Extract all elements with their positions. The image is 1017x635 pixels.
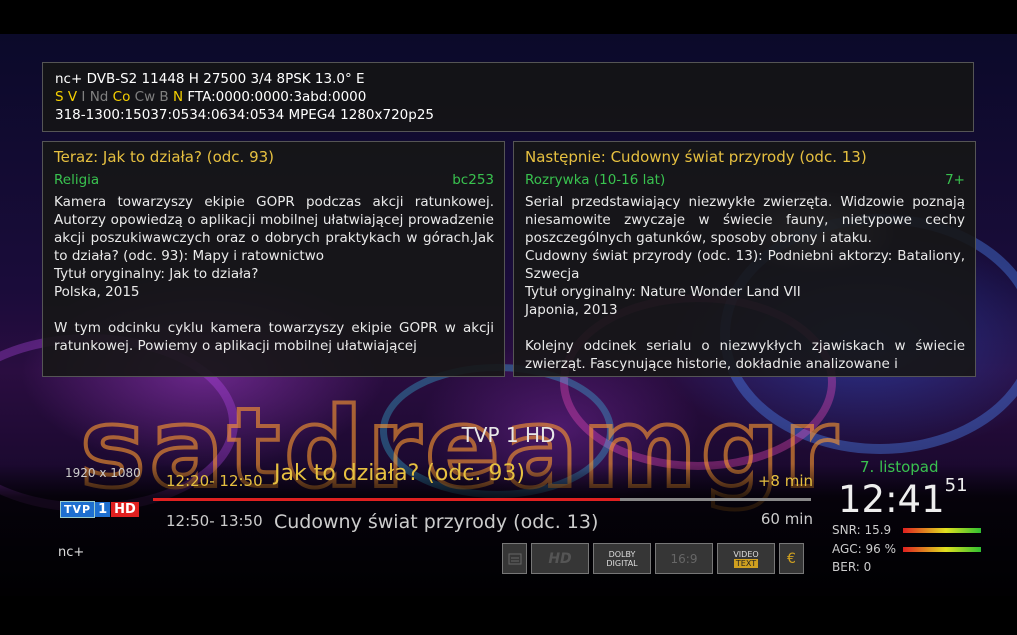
current-event-time: 12:20- 12:50 xyxy=(166,472,263,490)
next-event-duration: 60 min xyxy=(760,510,813,528)
caid-flag: Cw xyxy=(134,89,160,105)
now-description: Kamera towarzyszy ekipie GOPR podczas ak… xyxy=(54,194,494,354)
ber-row: BER: 0 xyxy=(832,560,903,574)
now-rating: bc253 xyxy=(452,172,494,188)
fta-info: FTA:0000:0000:3abd:0000 xyxy=(187,89,367,105)
ber-value: 0 xyxy=(863,560,872,574)
caid-flags: S V I Nd Co Cw B N xyxy=(55,89,187,105)
agc-value: 96 % xyxy=(865,542,897,556)
provider-name: nc+ xyxy=(58,545,85,560)
caid-flag: S xyxy=(55,89,68,105)
clock-time: 12:41 xyxy=(838,478,945,521)
caid-flag: Nd xyxy=(89,89,113,105)
event-progress-bar xyxy=(153,498,811,501)
next-genre: Rozrywka (10-16 lat) xyxy=(525,172,666,188)
agc-bar xyxy=(903,546,981,552)
now-title: Teraz: Jak to działa? (odc. 93) xyxy=(54,148,275,166)
pid-line: 318-1300:15037:0534:0634:0534 MPEG4 1280… xyxy=(55,107,435,123)
aspect-16-9-icon: 16:9 xyxy=(655,543,713,574)
caid-flag: V xyxy=(67,89,82,105)
transponder-line: nc+ DVB-S2 11448 H 27500 3/4 8PSK 13.0° … xyxy=(55,71,365,87)
dolby-digital-icon: DOLBY DIGITAL xyxy=(593,543,651,574)
next-event-title: Cudowny świat przyrody (odc. 13) xyxy=(274,511,599,533)
next-event-time: 12:50- 13:50 xyxy=(166,512,263,530)
snr-bar xyxy=(903,527,981,533)
videotext-icon: VIDEO TEXT xyxy=(717,543,775,574)
channel-name: TVP 1 HD xyxy=(461,423,556,447)
now-epg-panel: Teraz: Jak to działa? (odc. 93) Religia … xyxy=(42,141,505,377)
channel-logo: TVP 1 HD xyxy=(60,500,139,518)
current-event-title: Jak to działa? (odc. 93) xyxy=(274,461,525,486)
agc-row: AGC: 96 % xyxy=(832,542,981,556)
snr-row: SNR: 15.9 xyxy=(832,523,981,537)
next-description: Serial przedstawiający niezwykłe zwierzę… xyxy=(525,194,965,372)
caid-flag: I xyxy=(81,89,90,105)
hd-badge-icon: HD xyxy=(531,543,589,574)
next-epg-panel: Następnie: Cudowny świat przyrody (odc. … xyxy=(513,141,976,377)
logo-tvp: TVP xyxy=(60,500,96,518)
subtitle-icon xyxy=(502,543,527,574)
next-rating: 7+ xyxy=(945,172,965,188)
clock: 12:4151 xyxy=(838,474,968,521)
ber-label: BER: 0 xyxy=(832,560,872,574)
caid-flag: Co xyxy=(112,89,135,105)
snr-value: 15.9 xyxy=(864,523,892,537)
signal-info-box: nc+ DVB-S2 11448 H 27500 3/4 8PSK 13.0° … xyxy=(42,62,974,132)
agc-label: AGC: 96 % xyxy=(832,542,897,556)
flags-line: S V I Nd Co Cw B N FTA:0000:0000:3abd:00… xyxy=(55,88,961,106)
now-meta-row: Religia bc253 xyxy=(54,171,494,189)
event-progress-fill xyxy=(153,498,621,501)
now-genre: Religia xyxy=(54,172,100,188)
crypt-icon: € xyxy=(779,543,804,574)
clock-seconds: 51 xyxy=(944,474,968,496)
date-label: 7. listopad xyxy=(860,458,939,476)
snr-label: SNR: 15.9 xyxy=(832,523,892,537)
logo-number: 1 xyxy=(95,501,111,517)
caid-flag: B xyxy=(159,89,173,105)
next-meta-row: Rozrywka (10-16 lat) 7+ xyxy=(525,171,965,189)
next-title: Następnie: Cudowny świat przyrody (odc. … xyxy=(525,148,867,166)
current-event-remaining: +8 min xyxy=(757,472,813,490)
video-resolution: 1920 x 1080 xyxy=(65,466,141,480)
logo-hd: HD xyxy=(111,501,139,517)
caid-flag: N xyxy=(172,89,188,105)
stream-badges: HD DOLBY DIGITAL 16:9 VIDEO TEXT € xyxy=(502,543,804,574)
